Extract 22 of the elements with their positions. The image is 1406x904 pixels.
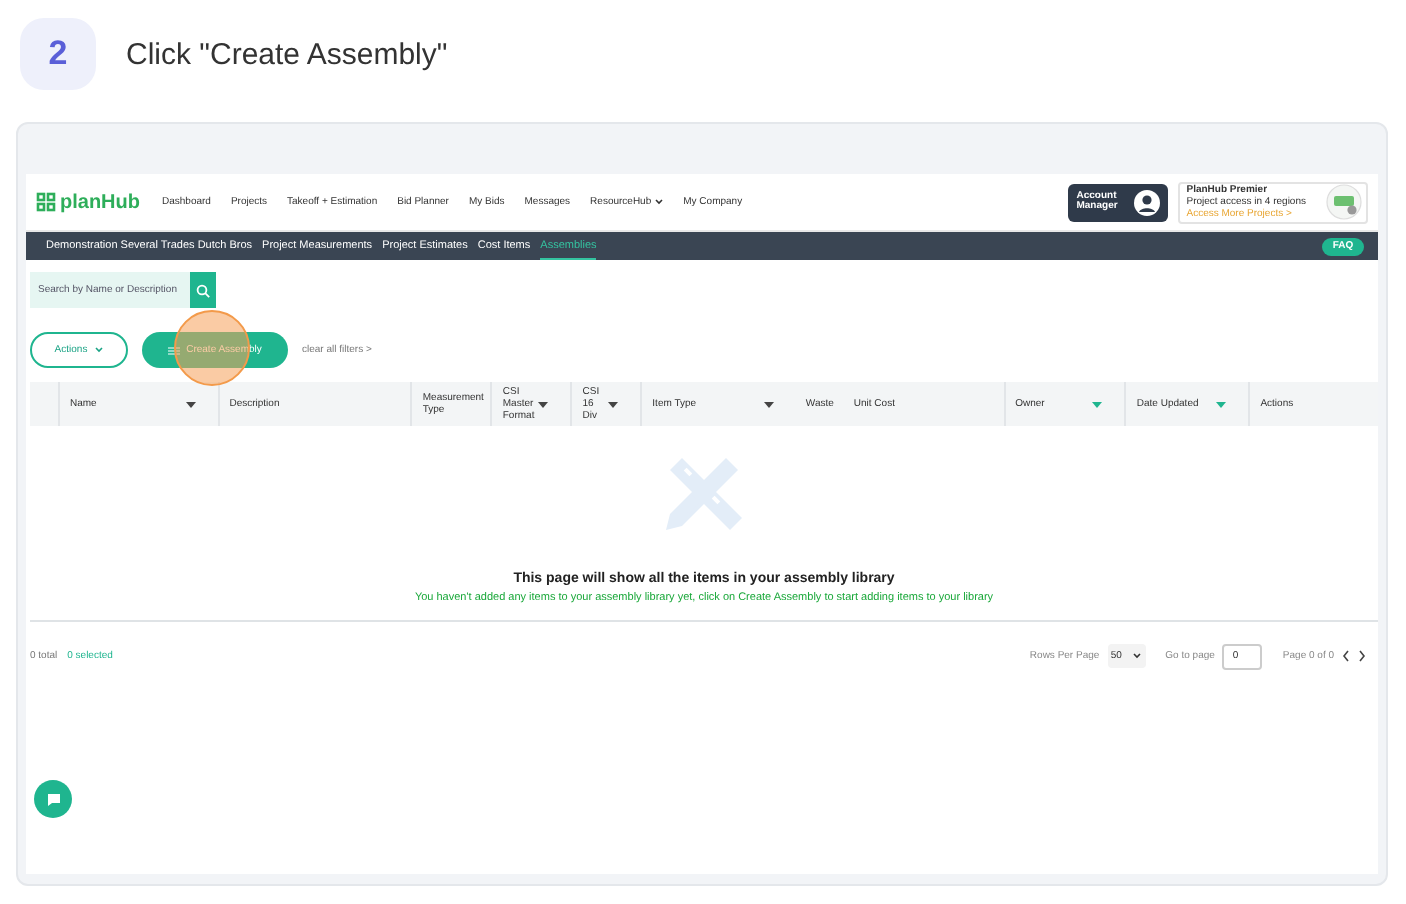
chat-icon (45, 791, 61, 807)
caret-icon (763, 401, 774, 407)
chat-button[interactable] (34, 780, 72, 818)
search-icon (195, 283, 210, 297)
caret-icon (608, 401, 619, 407)
chevron-icon (653, 198, 664, 206)
caret-icon (1216, 401, 1227, 407)
step-number: 2 (20, 18, 96, 90)
caret-icon (1092, 401, 1103, 407)
logo-text: planHub (60, 191, 140, 213)
step-instruction: Click "Create Assembly" (126, 37, 448, 71)
chevron-left-icon (1342, 650, 1350, 663)
caret-icon (185, 401, 196, 407)
caret-icon (538, 401, 549, 407)
chevron-right-icon (1358, 650, 1366, 663)
user-icon (1134, 189, 1161, 215)
search-button[interactable] (189, 272, 216, 308)
chevron-icon (1131, 652, 1142, 661)
list-icon (168, 345, 181, 355)
badge-icon (1326, 184, 1362, 220)
logo-icon (36, 192, 56, 212)
chevron-icon (93, 346, 104, 354)
